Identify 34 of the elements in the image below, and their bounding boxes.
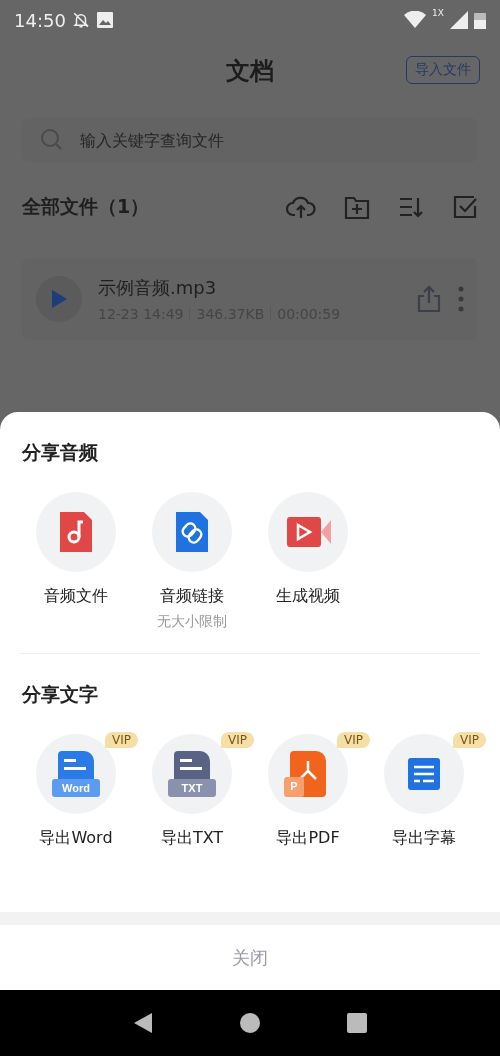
vip-badge: VIP xyxy=(453,732,486,748)
add-folder-icon[interactable] xyxy=(344,194,370,220)
section-title: 全部文件（1） xyxy=(22,194,151,219)
battery-icon xyxy=(474,11,486,29)
vip-badge: VIP xyxy=(105,732,138,748)
wifi-icon xyxy=(404,11,427,29)
share-option-label: 导出Word xyxy=(39,828,113,849)
recents-icon[interactable] xyxy=(345,1012,368,1034)
checkbox-icon[interactable] xyxy=(452,194,478,220)
share-option-label: 导出PDF xyxy=(276,828,340,849)
sheet-section-title: 分享文字 xyxy=(21,682,99,707)
sheet-section-title: 分享音频 xyxy=(21,440,99,465)
page-title: 文档 xyxy=(226,56,274,87)
share-option-label: 导出字幕 xyxy=(392,828,456,849)
bell-off-icon xyxy=(71,11,90,29)
share-option-label: 导出TXT xyxy=(160,828,224,849)
network-type: 1X xyxy=(432,8,444,18)
share-option-label: 音频链接 xyxy=(160,586,224,607)
home-icon[interactable] xyxy=(239,1012,261,1034)
image-icon xyxy=(95,11,114,29)
play-icon xyxy=(50,289,68,309)
import-file-button[interactable]: 导入文件 xyxy=(406,56,480,84)
file-name: 示例音频.mp3 xyxy=(98,276,218,300)
vip-badge: VIP xyxy=(221,732,254,748)
status-time: 14:50 xyxy=(14,9,66,31)
share-option-label: 音频文件 xyxy=(44,586,108,607)
back-icon[interactable] xyxy=(132,1011,155,1035)
cloud-upload-icon[interactable] xyxy=(286,194,316,220)
signal-icon xyxy=(450,11,468,29)
share-option-note: 无大小限制 xyxy=(157,613,227,631)
vip-badge: VIP xyxy=(337,732,370,748)
share-option-label: 生成视频 xyxy=(276,586,340,607)
search-icon xyxy=(40,128,64,152)
search-field[interactable]: 输入关键字查询文件 xyxy=(78,129,460,151)
